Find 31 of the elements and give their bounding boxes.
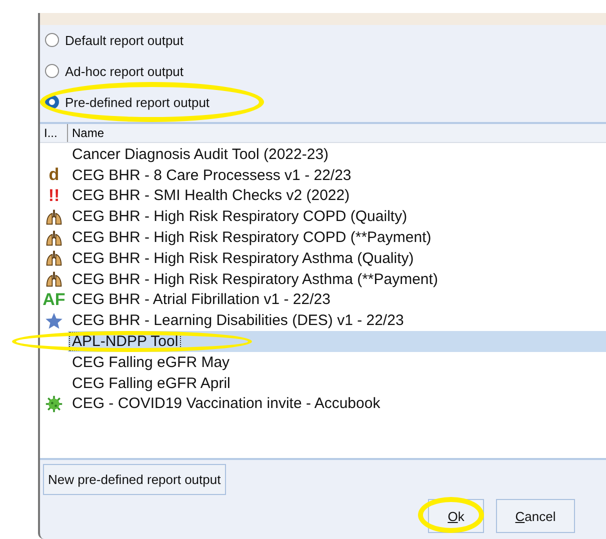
dialog-button[interactable]: Cancel [496,499,575,533]
lungs-icon [45,249,63,268]
report-name[interactable]: CEG BHR - 8 Care Processess v1 - 22/23 [68,164,606,186]
report-name[interactable]: Cancer Diagnosis Audit Tool (2022-23) [68,144,606,165]
column-header[interactable]: I... [40,124,68,142]
report-name[interactable]: APL-NDPP Tool [68,331,606,352]
report-name[interactable]: CEG BHR - Atrial Fibrillation v1 - 22/23 [68,290,606,310]
lungs-icon [45,208,63,226]
report-name[interactable]: CEG Falling eGFR April [68,372,606,394]
report-name[interactable]: CEG BHR - Learning Disabilities (DES) v1 - 22/23 [68,310,606,332]
report-name[interactable]: CEG BHR - High Risk Respiratory Asthma (Quality) [68,248,606,269]
lungs-icon [45,270,63,288]
new-output-button[interactable]: New pre-defined report output [43,464,226,495]
report-name[interactable]: CEG BHR - High Risk Respiratory Asthma (**Payment) [68,268,606,290]
radio-label[interactable]: Pre-defined report output [65,94,210,110]
radio-button[interactable] [45,64,59,78]
icon-glyph: AF [42,290,66,309]
radio-button[interactable] [45,33,59,47]
report-name[interactable]: CEG BHR - High Risk Respiratory COPD (**Payment) [68,227,606,248]
radio-label[interactable]: Ad-hoc report output [65,64,184,78]
column-header[interactable]: Name [68,124,108,142]
report-name[interactable]: CEG BHR - SMI Health Checks v2 (2022) [68,186,606,206]
report-name[interactable]: CEG BHR - High Risk Respiratory COPD (Quailty) [68,206,606,228]
icon-glyph: d [48,166,60,184]
radio-label[interactable]: Default report output [65,32,184,48]
star-icon [45,312,63,330]
virus-icon [45,394,63,413]
lungs-icon [45,228,63,247]
report-name[interactable]: CEG Falling eGFR May [68,352,606,373]
icon-glyph: !! [48,186,60,205]
report-name[interactable]: CEG - COVID19 Vaccination invite - Accubook [68,394,606,414]
